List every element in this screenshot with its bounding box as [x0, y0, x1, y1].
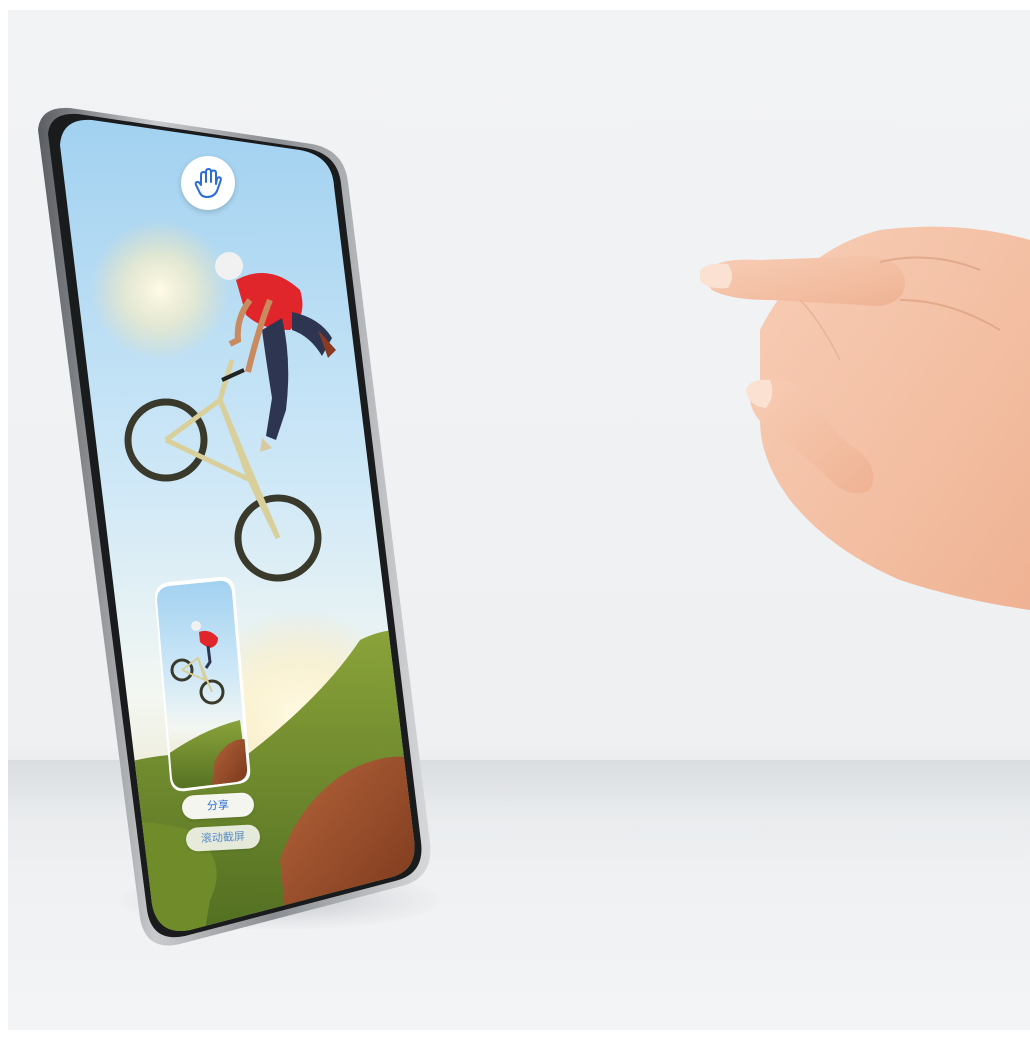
product-scene: 分享 滚动截屏: [0, 0, 1030, 1039]
hand-gesture: [700, 226, 1030, 610]
